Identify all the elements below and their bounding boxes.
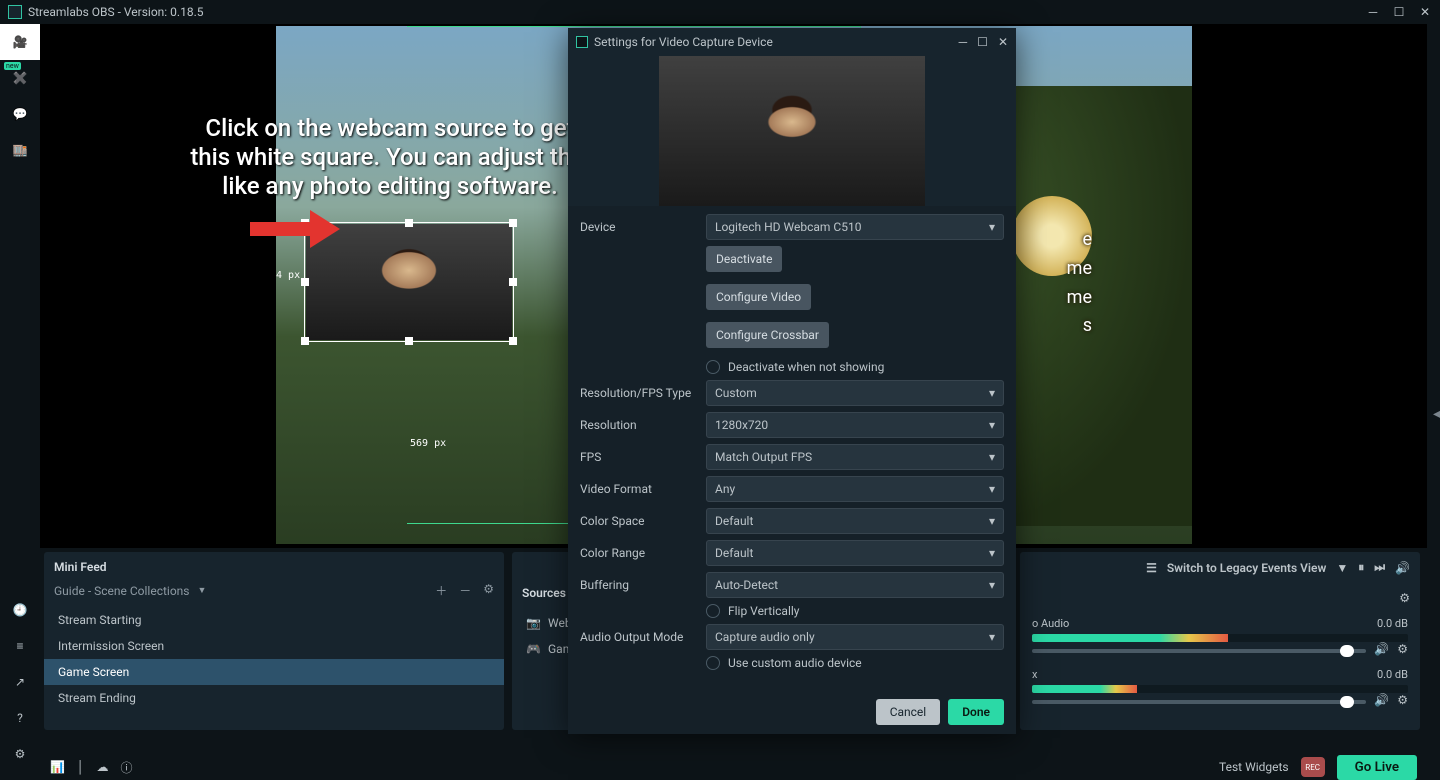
divider: │ xyxy=(77,760,85,774)
cancel-button[interactable]: Cancel xyxy=(876,699,941,725)
audio-meter xyxy=(1032,634,1408,642)
mixer-settings-icon[interactable]: ⚙ xyxy=(1399,591,1410,605)
device-select[interactable]: Logitech HD Webcam C510▾ xyxy=(706,214,1004,240)
footer: 📊 │ ☁ ⓘ Test Widgets REC Go Live xyxy=(40,754,1427,780)
settings-dialog: Settings for Video Capture Device ─ ☐ ✕ … xyxy=(568,28,1016,734)
audio-mode-select[interactable]: Capture audio only▾ xyxy=(706,624,1004,650)
game-menu: e me me s xyxy=(1067,226,1092,341)
webcam-preview-image xyxy=(659,56,925,206)
res-fps-type-select[interactable]: Custom▾ xyxy=(706,380,1004,406)
arrow-icon xyxy=(250,214,340,244)
flip-checkbox[interactable]: Flip Vertically xyxy=(706,604,1004,618)
titlebar: Streamlabs OBS - Version: 0.18.5 ─ ☐ ✕ xyxy=(0,0,1440,24)
nav-store[interactable]: 🏬 xyxy=(0,132,40,168)
color-range-select[interactable]: Default▾ xyxy=(706,540,1004,566)
nav-popout-icon[interactable]: ↗ xyxy=(0,664,40,700)
nav-sliders-icon[interactable]: ≡ xyxy=(0,628,40,664)
scene-item[interactable]: Game Screen xyxy=(44,659,504,685)
scene-item[interactable]: Stream Ending xyxy=(44,685,504,711)
app-title: Streamlabs OBS - Version: 0.18.5 xyxy=(28,5,203,19)
game-icon: 🎮 xyxy=(526,642,540,656)
pause-icon[interactable]: ⏸ xyxy=(1358,560,1364,575)
nav-editor[interactable]: 🎥 xyxy=(0,24,40,60)
coord-bot: 569 px xyxy=(410,438,446,449)
deactivate-checkbox[interactable]: Deactivate when not showing xyxy=(706,360,1004,374)
legacy-label[interactable]: Switch to Legacy Events View xyxy=(1167,561,1326,575)
nav-settings-icon[interactable]: ⚙ xyxy=(0,736,40,772)
scene-item[interactable]: Intermission Screen xyxy=(44,633,504,659)
scenes-panel: Mini Feed Guide - Scene Collections ▼ ＋ … xyxy=(44,552,504,730)
mute-icon[interactable]: 🔊 xyxy=(1374,642,1389,656)
instruction-overlay: Click on the webcam source to get this w… xyxy=(190,114,590,200)
video-format-select[interactable]: Any▾ xyxy=(706,476,1004,502)
remove-scene-icon[interactable]: － xyxy=(459,582,471,599)
configure-video-button[interactable]: Configure Video xyxy=(706,284,811,310)
right-collapse-icon[interactable]: ◂ xyxy=(1433,406,1440,422)
info-icon[interactable]: ⓘ xyxy=(120,759,132,776)
test-widgets-button[interactable]: Test Widgets xyxy=(1219,760,1289,774)
scene-list: Stream Starting Intermission Screen Game… xyxy=(44,605,504,730)
nav-clock-icon[interactable]: 🕘 xyxy=(0,592,40,628)
audio-meter xyxy=(1032,685,1408,693)
scene-collection-label[interactable]: Guide - Scene Collections xyxy=(54,584,190,598)
volume-slider[interactable] xyxy=(1032,700,1366,704)
mixer-row: x0.0 dB 🔊⚙ xyxy=(1020,664,1420,715)
volume-icon[interactable]: 🔊 xyxy=(1395,561,1410,575)
gear-icon[interactable]: ⚙ xyxy=(1397,642,1408,656)
color-space-select[interactable]: Default▾ xyxy=(706,508,1004,534)
record-button[interactable]: REC xyxy=(1301,757,1325,777)
filter-icon[interactable]: ▼ xyxy=(1336,561,1348,575)
deactivate-button[interactable]: Deactivate xyxy=(706,246,782,272)
resolution-select[interactable]: 1280x720▾ xyxy=(706,412,1004,438)
skip-icon[interactable]: ⏭ xyxy=(1374,560,1385,575)
window-maximize-icon[interactable]: ☐ xyxy=(1392,5,1406,19)
dialog-maximize-icon[interactable]: ☐ xyxy=(977,35,988,49)
left-sidebar: 🎥 new✖️ 💬 🏬 🕘 ≡ ↗ ? ⚙ xyxy=(0,24,40,780)
cloud-icon[interactable]: ☁ xyxy=(96,760,108,774)
window-close-icon[interactable]: ✕ xyxy=(1418,5,1432,19)
fps-select[interactable]: Match Output FPS▾ xyxy=(706,444,1004,470)
legacy-toggle-icon[interactable]: ☰ xyxy=(1146,561,1157,575)
camera-icon: 📷 xyxy=(526,616,540,630)
dialog-minimize-icon[interactable]: ─ xyxy=(959,35,968,49)
configure-crossbar-button[interactable]: Configure Crossbar xyxy=(706,322,829,348)
nav-chat[interactable]: 💬 xyxy=(0,96,40,132)
dialog-titlebar[interactable]: Settings for Video Capture Device ─ ☐ ✕ xyxy=(568,28,1016,56)
gear-icon[interactable]: ⚙ xyxy=(1397,693,1408,707)
nav-dashboard[interactable]: new✖️ xyxy=(0,60,40,96)
mini-feed-title: Mini Feed xyxy=(54,560,107,574)
window-minimize-icon[interactable]: ─ xyxy=(1366,5,1380,19)
dialog-title: Settings for Video Capture Device xyxy=(594,35,773,49)
chevron-down-icon[interactable]: ▼ xyxy=(198,585,207,596)
scene-collection-header: Guide - Scene Collections ▼ ＋ － ⚙ xyxy=(44,576,504,605)
go-live-button[interactable]: Go Live xyxy=(1337,755,1417,780)
done-button[interactable]: Done xyxy=(948,699,1004,725)
dialog-logo-icon xyxy=(576,36,588,48)
dialog-preview xyxy=(568,56,1016,206)
mixer-panel: ☰ Switch to Legacy Events View ▼ ⏸ ⏭ 🔊 ⚙… xyxy=(1020,552,1420,730)
nav-help-icon[interactable]: ? xyxy=(0,700,40,736)
coord-top: 94 px xyxy=(276,270,300,281)
stats-icon[interactable]: 📊 xyxy=(50,760,65,774)
add-scene-icon[interactable]: ＋ xyxy=(435,582,447,599)
buffering-select[interactable]: Auto-Detect▾ xyxy=(706,572,1004,598)
mixer-row: o Audio0.0 dB 🔊⚙ xyxy=(1020,613,1420,664)
volume-slider[interactable] xyxy=(1032,649,1366,653)
sources-title: Sources xyxy=(522,586,566,600)
mute-icon[interactable]: 🔊 xyxy=(1374,693,1389,707)
chevron-down-icon: ▾ xyxy=(989,220,995,234)
scene-item[interactable]: Stream Starting xyxy=(44,607,504,633)
dialog-close-icon[interactable]: ✕ xyxy=(998,35,1008,49)
scene-settings-icon[interactable]: ⚙ xyxy=(483,582,494,599)
custom-audio-checkbox[interactable]: Use custom audio device xyxy=(706,656,1004,670)
app-logo-icon xyxy=(8,5,22,19)
